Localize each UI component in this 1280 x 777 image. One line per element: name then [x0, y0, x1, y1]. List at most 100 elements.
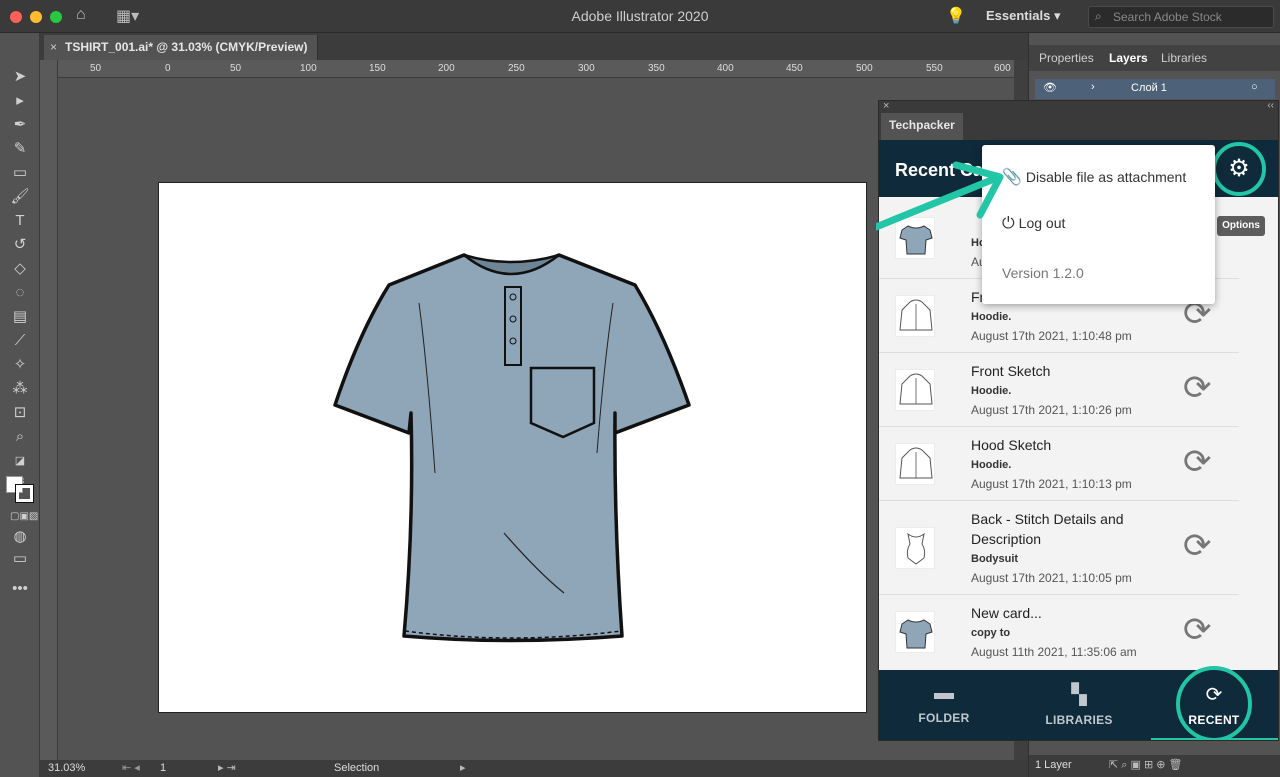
symbol-sprayer-tool-icon[interactable]: ⁂ — [10, 379, 30, 399]
blend-tool-icon[interactable]: ✧ — [10, 355, 30, 375]
tab-layers[interactable]: Layers — [1109, 51, 1148, 65]
tshirt-illustration[interactable] — [159, 183, 868, 714]
card-thumbnail — [895, 527, 935, 569]
card-date: August 17th 2021, 1:10:48 pm — [971, 329, 1132, 343]
panel-tab-strip: × ‹‹ Techpacker — [879, 101, 1278, 140]
direct-selection-tool-icon[interactable]: ▸ — [10, 91, 30, 111]
screen-mode-icon[interactable]: ▭ — [10, 549, 30, 569]
tab-properties[interactable]: Properties — [1039, 51, 1094, 65]
document-tab-label: TSHIRT_001.ai* @ 31.03% (CMYK/Preview) — [65, 40, 308, 54]
libraries-nav-button[interactable]: ▚ LIBRARIES — [1024, 682, 1134, 729]
title-bar: ⌂ ▦▾ Adobe Illustrator 2020 💡 Essentials… — [0, 0, 1280, 33]
artboard-nav-icons[interactable]: ⇤ ◂ — [122, 761, 140, 774]
card-thumbnail — [895, 443, 935, 485]
settings-gear-icon[interactable]: ⚙ — [1212, 142, 1266, 196]
ruler-tick: 500 — [856, 63, 873, 74]
options-button[interactable]: Options — [1217, 216, 1265, 236]
panel-close-icon[interactable]: × — [883, 101, 889, 112]
gradient-tool-icon[interactable]: ▤ — [10, 307, 30, 327]
selection-tool-icon[interactable]: ➤ — [10, 67, 30, 87]
tab-libraries[interactable]: Libraries — [1161, 51, 1207, 65]
card-subtitle: Hoodie. — [971, 385, 1012, 397]
ruler-tick: 350 — [648, 63, 665, 74]
status-bar: 31.03% ⇤ ◂ 1 ▸ ⇥ Selection ▸ — [40, 760, 1028, 777]
folder-nav-button[interactable]: ▬ FOLDER — [889, 682, 999, 727]
card-subtitle: Bodysuit — [971, 553, 1019, 565]
card-date: August 11th 2021, 11:35:06 am — [971, 645, 1137, 659]
zoom-level[interactable]: 31.03% — [48, 762, 85, 774]
rotate-tool-icon[interactable]: ↺ — [10, 235, 30, 255]
tools-panel: ➤ ▸ ✒ ✎ ▭ 🖌 T ↺ ◇ ◌ ▤ ⟋ ✧ ⁂ ⊡ ⌕ ◪ ⇆ ▢▣▨ … — [0, 33, 40, 777]
ruler-tick: 200 — [438, 63, 455, 74]
panel-collapse-icon[interactable]: ‹‹ — [1267, 101, 1274, 111]
card-subtitle: Hoodie. — [971, 311, 1012, 323]
rectangle-tool-icon[interactable]: ▭ — [10, 163, 30, 183]
card-thumbnail — [895, 369, 935, 411]
close-tab-icon[interactable]: × — [50, 40, 57, 54]
layer-row[interactable]: 👁 › Слой 1 ○ — [1035, 79, 1275, 99]
vertical-ruler[interactable] — [40, 60, 58, 760]
list-item[interactable]: Back - Stitch Details and Description Bo… — [879, 501, 1239, 595]
card-date: August 17th 2021, 1:10:13 pm — [971, 477, 1132, 491]
ruler-tick: 600 — [994, 63, 1011, 74]
zoom-tool-icon[interactable]: ⌕ — [10, 427, 30, 447]
ruler-tick: 550 — [926, 63, 943, 74]
swap-colors-icon[interactable]: ◪ ⇆ — [10, 451, 30, 487]
sync-icon[interactable]: ⟳ — [1183, 445, 1212, 479]
pen-tool-icon[interactable]: ✒ — [10, 115, 30, 135]
more-tools-icon[interactable]: ••• — [10, 579, 30, 599]
sync-icon[interactable]: ⟳ — [1183, 371, 1212, 405]
workspace-switcher[interactable]: Essentials ▾ — [986, 8, 1060, 24]
stock-search-placeholder: Search Adobe Stock — [1113, 10, 1222, 24]
annotation-arrow-icon — [876, 161, 1004, 231]
horizontal-ruler[interactable]: 50 0 50 100 150 200 250 300 350 400 450 … — [58, 60, 1014, 78]
card-title: New card... — [971, 605, 1042, 621]
eraser-tool-icon[interactable]: ◇ — [10, 259, 30, 279]
artboard-number[interactable]: 1 — [160, 762, 166, 774]
sync-icon[interactable]: ⟳ — [1183, 613, 1212, 647]
document-tab[interactable]: × TSHIRT_001.ai* @ 31.03% (CMYK/Preview) — [44, 35, 319, 60]
artboard[interactable] — [158, 182, 867, 713]
eyedropper-tool-icon[interactable]: ⟋ — [10, 331, 30, 351]
draw-mode-icon[interactable]: ◍ — [10, 527, 30, 547]
panel-tabs: Properties Layers Libraries — [1029, 45, 1280, 71]
workspace-label: Essentials — [986, 8, 1051, 23]
artboard-tool-icon[interactable]: ⊡ — [10, 403, 30, 423]
stock-search-input[interactable]: ⌕ Search Adobe Stock — [1088, 6, 1274, 28]
layers-footer: 1 Layer ⇱ ⌕ ▣ ⊞ ⊕ 🗑 — [1029, 755, 1280, 777]
ruler-tick: 0 — [165, 63, 171, 74]
folder-label: FOLDER — [918, 711, 970, 725]
card-subtitle: Hoodie. — [971, 459, 1012, 471]
tab-techpacker[interactable]: Techpacker — [881, 113, 963, 140]
status-arrow-icon[interactable]: ▸ — [460, 761, 466, 774]
list-item[interactable]: Hood Sketch Hoodie. August 17th 2021, 1:… — [879, 427, 1239, 501]
disable-attachment-menu-item[interactable]: 📎 Disable file as attachment — [1002, 167, 1186, 187]
artboard-next-icons[interactable]: ▸ ⇥ — [218, 761, 236, 774]
paintbrush-tool-icon[interactable]: 🖌 — [10, 187, 30, 207]
card-thumbnail — [895, 295, 935, 337]
libraries-icon: ▚ — [1071, 684, 1087, 706]
target-circle-icon[interactable]: ○ — [1251, 81, 1258, 93]
expand-chevron-icon[interactable]: › — [1091, 81, 1095, 93]
ruler-tick: 300 — [578, 63, 595, 74]
lightbulb-icon[interactable]: 💡 — [946, 6, 966, 26]
curvature-tool-icon[interactable]: ✎ — [10, 139, 30, 159]
card-date: August 17th 2021, 1:10:26 pm — [971, 403, 1132, 417]
card-thumbnail — [895, 611, 935, 653]
logout-label: Log out — [1018, 215, 1066, 231]
color-mode-icons[interactable]: ▢▣▨ — [10, 507, 38, 527]
type-tool-icon[interactable]: T — [10, 211, 30, 231]
visibility-eye-icon[interactable]: 👁 — [1043, 81, 1057, 94]
version-label: Version 1.2.0 — [1002, 265, 1084, 281]
current-tool-label: Selection — [334, 762, 380, 774]
list-item[interactable]: New card... copy to August 11th 2021, 11… — [879, 595, 1239, 670]
libraries-label: LIBRARIES — [1045, 713, 1113, 727]
lasso-tool-icon[interactable]: ◌ — [10, 283, 30, 303]
active-tab-indicator — [1151, 738, 1278, 740]
stroke-swatch[interactable] — [15, 484, 34, 503]
list-item[interactable]: Front Sketch Hoodie. August 17th 2021, 1… — [879, 353, 1239, 427]
sync-icon[interactable]: ⟳ — [1183, 529, 1212, 563]
ruler-tick: 50 — [230, 63, 242, 74]
layer-action-icons[interactable]: ⇱ ⌕ ▣ ⊞ ⊕ 🗑 — [1109, 758, 1182, 772]
card-subtitle: copy to — [971, 627, 1011, 639]
